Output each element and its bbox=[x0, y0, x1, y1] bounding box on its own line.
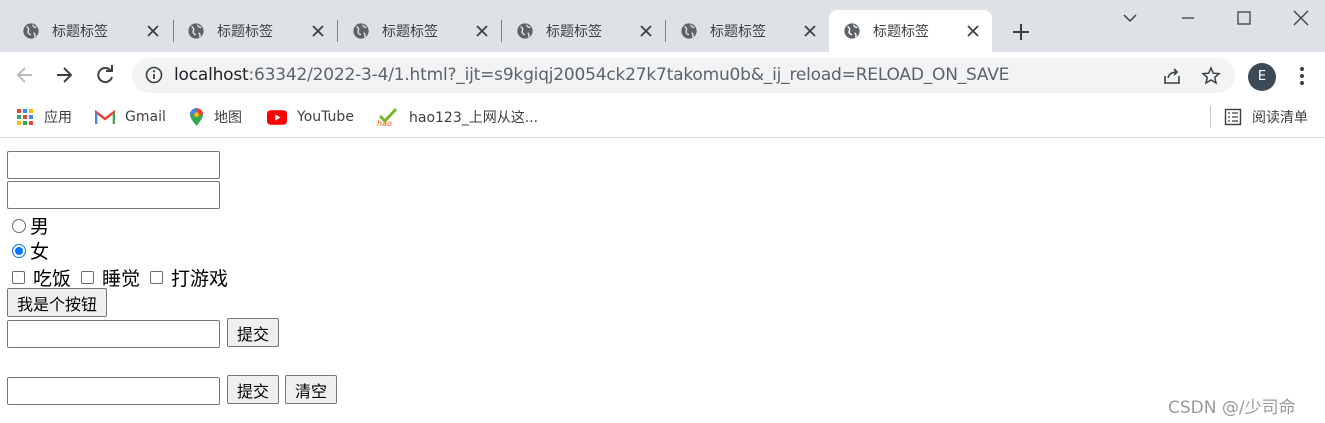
reading-list-label: 阅读清单 bbox=[1252, 110, 1308, 126]
tab-title: 标题标签 bbox=[52, 24, 108, 40]
tab-2[interactable]: 标题标签 bbox=[173, 10, 337, 52]
radio-male[interactable] bbox=[12, 218, 26, 233]
bookmarks-bar: 应用 Gmail 地图 YouTube hao hao123_上网从这... 阅… bbox=[0, 98, 1325, 138]
bookmark-youtube[interactable]: YouTube bbox=[267, 106, 354, 128]
reading-list-icon bbox=[1224, 108, 1242, 126]
bookmark-label: 地图 bbox=[214, 110, 242, 126]
tab-title: 标题标签 bbox=[873, 24, 929, 40]
tab-strip: 标题标签 标题标签 标题标签 标题标签 标题标签 标题标签 bbox=[0, 0, 1325, 52]
close-icon[interactable] bbox=[638, 23, 654, 39]
forward-arrow-icon[interactable] bbox=[53, 64, 75, 86]
minimize-icon[interactable] bbox=[1178, 8, 1198, 28]
globe-icon bbox=[23, 23, 39, 39]
checkbox-eat[interactable] bbox=[12, 271, 25, 284]
gender-option-female[interactable]: 女 bbox=[12, 237, 49, 264]
url-host: localhost bbox=[174, 65, 249, 85]
close-icon[interactable] bbox=[474, 23, 490, 39]
close-icon[interactable] bbox=[965, 23, 981, 39]
tab-6-active[interactable]: 标题标签 bbox=[829, 10, 992, 52]
bookmark-star-icon[interactable] bbox=[1201, 66, 1221, 86]
reload-icon[interactable] bbox=[94, 64, 116, 86]
globe-icon bbox=[353, 23, 369, 39]
checkbox-game[interactable] bbox=[150, 271, 164, 284]
form2-submit-button[interactable]: 提交 bbox=[227, 375, 280, 404]
tab-title: 标题标签 bbox=[217, 24, 273, 40]
tab-search-chevron-icon[interactable] bbox=[1120, 8, 1140, 28]
svg-text:hao: hao bbox=[377, 119, 392, 127]
tab-title: 标题标签 bbox=[382, 24, 438, 40]
form1-submit-button[interactable]: 提交 bbox=[227, 318, 280, 347]
bookmark-label: YouTube bbox=[297, 109, 354, 125]
apps-grid-icon bbox=[17, 109, 33, 125]
radio-female-checked[interactable] bbox=[12, 243, 26, 258]
radio-label-male: 男 bbox=[30, 216, 50, 238]
form2-input[interactable] bbox=[7, 377, 220, 405]
bookmark-gmail[interactable]: Gmail bbox=[95, 106, 166, 128]
form1-input[interactable] bbox=[7, 320, 220, 348]
tab-1[interactable]: 标题标签 bbox=[8, 10, 172, 52]
gender-option-male[interactable]: 男 bbox=[12, 212, 49, 239]
globe-icon bbox=[188, 23, 204, 39]
kebab-menu-icon[interactable] bbox=[1292, 64, 1312, 88]
address-bar[interactable]: localhost:63342/2022-3-4/1.html?_ijt=s9k… bbox=[132, 58, 1235, 93]
checkbox-label-game: 打游戏 bbox=[171, 268, 229, 290]
profile-avatar[interactable]: E bbox=[1248, 63, 1276, 91]
globe-icon bbox=[681, 23, 697, 39]
bookmark-apps[interactable]: 应用 bbox=[16, 106, 72, 128]
globe-icon bbox=[844, 23, 860, 39]
close-icon[interactable] bbox=[802, 23, 818, 39]
hobbies-row: 吃饭 睡觉 打游戏 bbox=[12, 264, 238, 291]
plain-button[interactable]: 我是个按钮 bbox=[7, 288, 108, 317]
maps-pin-icon bbox=[189, 107, 204, 126]
maximize-icon[interactable] bbox=[1234, 8, 1254, 28]
bookmark-maps[interactable]: 地图 bbox=[189, 106, 242, 128]
info-icon[interactable] bbox=[145, 66, 163, 84]
bookmark-label: Gmail bbox=[125, 109, 166, 125]
bookmark-label: hao123_上网从这... bbox=[409, 110, 539, 126]
tab-3[interactable]: 标题标签 bbox=[338, 10, 502, 52]
back-arrow-icon[interactable] bbox=[14, 64, 36, 86]
hao123-icon: hao bbox=[377, 107, 398, 127]
reading-list[interactable]: 阅读清单 bbox=[1224, 106, 1308, 128]
youtube-icon bbox=[267, 109, 287, 125]
tab-5[interactable]: 标题标签 bbox=[666, 10, 830, 52]
new-tab-icon[interactable] bbox=[1010, 21, 1032, 43]
url-text[interactable]: localhost:63342/2022-3-4/1.html?_ijt=s9k… bbox=[174, 65, 1009, 85]
globe-icon bbox=[517, 23, 533, 39]
share-icon[interactable] bbox=[1162, 66, 1182, 86]
bookmark-hao123[interactable]: hao hao123_上网从这... bbox=[377, 106, 538, 128]
checkbox-label-sleep: 睡觉 bbox=[102, 268, 141, 290]
csdn-watermark: CSDN @/少司命 bbox=[1168, 398, 1296, 418]
radio-label-female: 女 bbox=[30, 241, 50, 263]
text-input-1[interactable] bbox=[7, 151, 220, 179]
close-icon[interactable] bbox=[310, 23, 326, 39]
gmail-icon bbox=[95, 109, 115, 124]
tab-title: 标题标签 bbox=[710, 24, 766, 40]
form2-reset-button[interactable]: 清空 bbox=[285, 375, 338, 404]
close-icon[interactable] bbox=[145, 23, 161, 39]
tab-title: 标题标签 bbox=[546, 24, 602, 40]
checkbox-label-eat: 吃饭 bbox=[33, 268, 72, 290]
bookmark-label: 应用 bbox=[44, 110, 72, 126]
close-window-icon[interactable] bbox=[1291, 8, 1311, 28]
checkbox-sleep[interactable] bbox=[81, 271, 95, 284]
text-input-2[interactable] bbox=[7, 181, 220, 209]
tab-4[interactable]: 标题标签 bbox=[502, 10, 666, 52]
url-path: :63342/2022-3-4/1.html?_ijt=s9kgiqj20054… bbox=[248, 65, 1010, 85]
bookmark-separator bbox=[1210, 106, 1211, 128]
